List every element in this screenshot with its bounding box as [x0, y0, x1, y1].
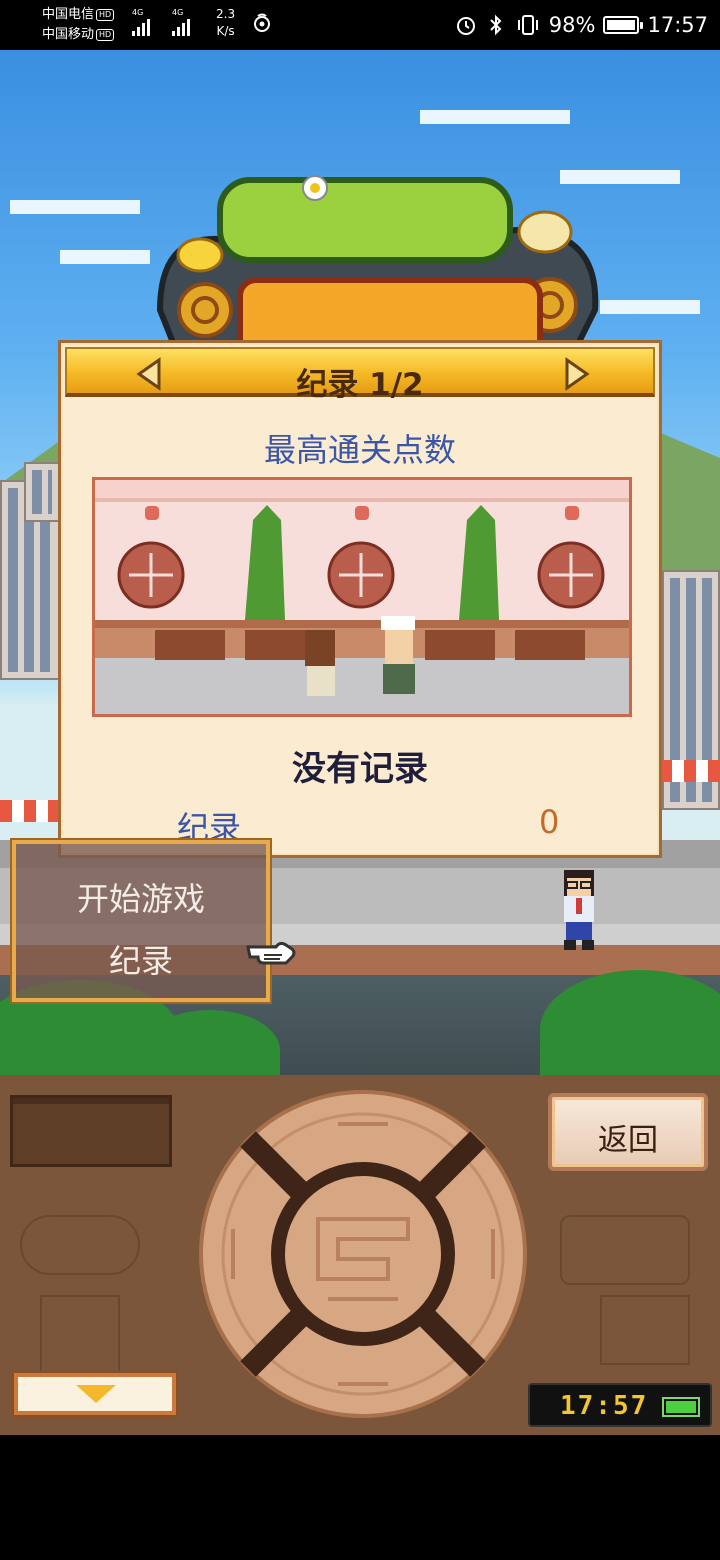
net-speed-value: 2.3 — [216, 7, 236, 21]
shop-awning — [0, 800, 60, 822]
carrier-2: 中国移动 — [42, 27, 95, 42]
down-arrow-icon — [76, 1385, 116, 1403]
battery-percent: 98% — [548, 13, 596, 37]
control-panel: 返回 17:57 — [0, 1075, 720, 1435]
battery-icon — [603, 16, 644, 34]
next-page-arrow-icon[interactable] — [563, 357, 591, 391]
shop-awning — [660, 760, 720, 782]
status-bar: 中国电信 HD 中国移动 HD 4G 4G 2.3 K/s 98% 17:57 — [0, 0, 720, 50]
battery-icon — [662, 1397, 700, 1417]
character-sprite — [564, 870, 594, 950]
game-clock: 17:57 — [528, 1383, 712, 1427]
signal-icon: 4G — [172, 8, 190, 36]
restaurant-illustration — [92, 477, 632, 717]
network-type-label: 4G — [172, 8, 184, 17]
hd-badge: HD — [96, 28, 115, 41]
vibrate-icon — [517, 15, 538, 35]
alarm-icon — [456, 17, 475, 35]
pointing-hand-cursor-icon — [246, 941, 296, 965]
dialog-header: 纪录 1/2 — [65, 347, 655, 403]
record-dialog: 纪录 1/2 最高通关点数 没有记录 纪录 0 — [58, 340, 662, 858]
carrier-info: 中国电信 HD 中国移动 HD — [42, 5, 115, 45]
directional-pad[interactable] — [198, 1089, 528, 1419]
clock-time: 17:57 — [647, 13, 708, 37]
signal-icon: 4G — [132, 8, 150, 36]
menu-item-start-game[interactable]: 开始游戏 — [16, 874, 266, 920]
back-button-label: 返回 — [598, 1123, 658, 1158]
expand-button[interactable] — [14, 1373, 176, 1415]
hd-badge: HD — [96, 8, 115, 21]
carrier-1: 中国电信 — [42, 7, 95, 22]
bluetooth-icon — [490, 14, 502, 36]
record-value: 0 — [539, 803, 560, 841]
menu-item-record[interactable]: 纪录 — [16, 936, 266, 982]
game-clock-time: 17:57 — [560, 1391, 649, 1421]
game-logo — [156, 175, 599, 360]
empty-slot — [10, 1095, 172, 1167]
building — [24, 462, 60, 522]
status-right: 98% 17:57 — [455, 0, 708, 50]
hotspot-icon — [254, 13, 270, 32]
net-speed: 2.3 K/s — [216, 6, 235, 40]
record-category-title: 最高通关点数 — [263, 431, 456, 469]
network-type-label: 4G — [132, 8, 144, 17]
main-menu: 开始游戏 纪录 — [12, 840, 270, 1002]
net-speed-unit: K/s — [216, 24, 235, 38]
no-record-text: 没有记录 — [292, 749, 428, 789]
back-button[interactable]: 返回 — [548, 1093, 708, 1171]
